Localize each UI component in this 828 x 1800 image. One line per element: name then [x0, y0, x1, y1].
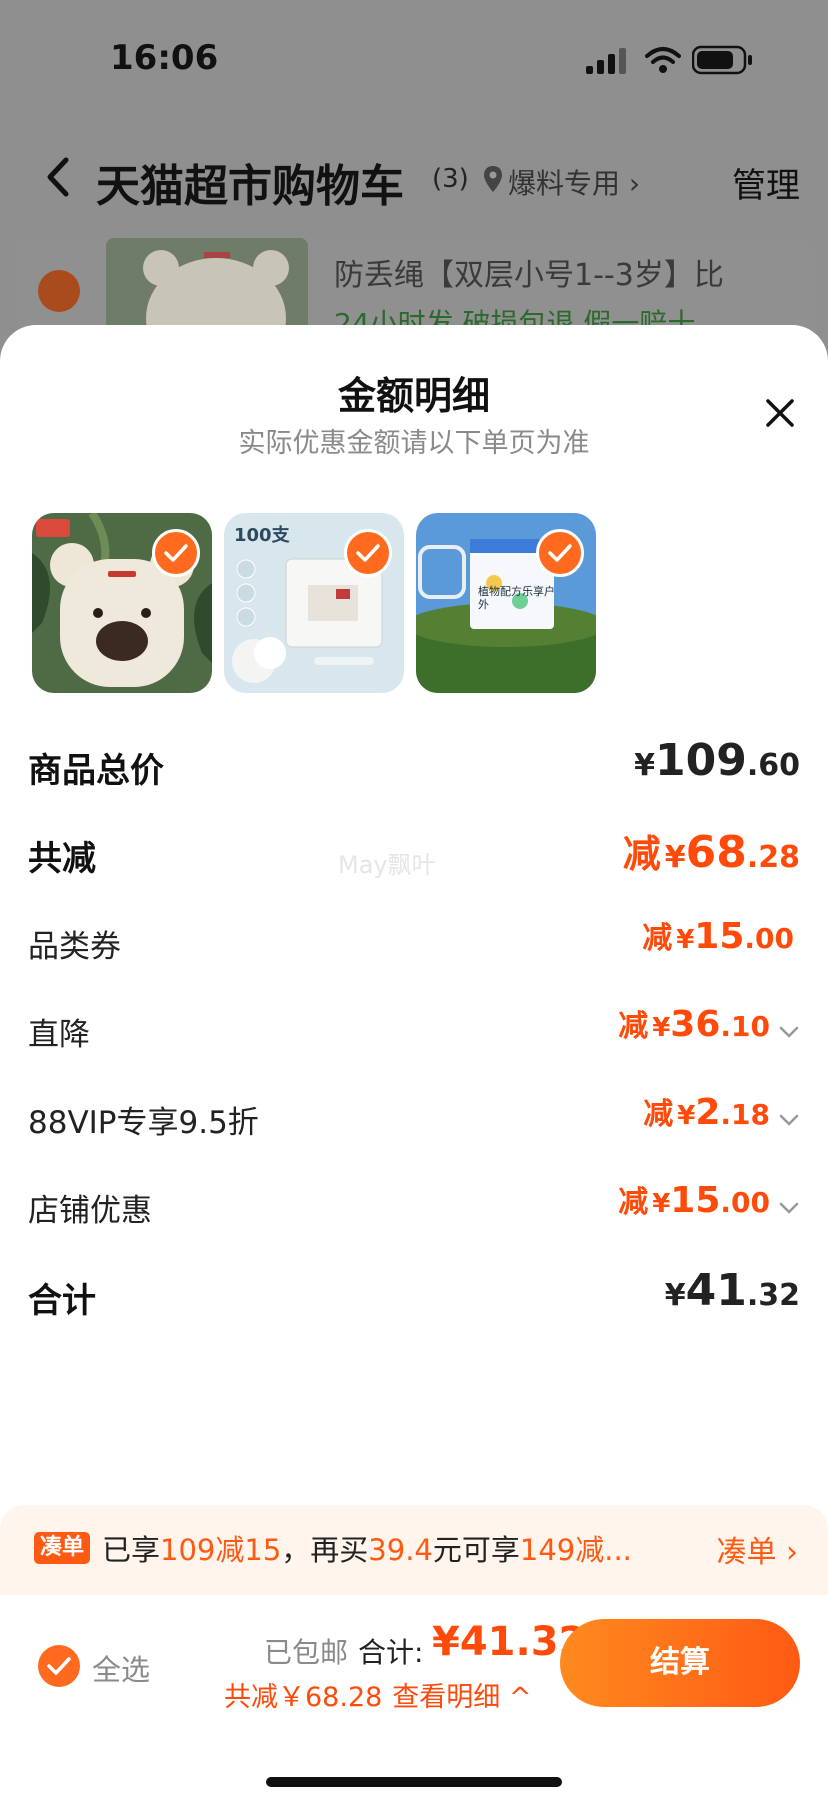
view-detail-link[interactable]: 查看明细 ^ — [392, 1682, 531, 1713]
chevron-down-icon[interactable] — [778, 1024, 800, 1040]
select-all-label[interactable]: 全选 — [92, 1647, 150, 1689]
cart-count: (3) — [432, 164, 469, 194]
row-label: 商品总价 — [28, 751, 164, 791]
row-value: 减 ¥2.18 — [643, 1089, 800, 1133]
product-thumb-repellent[interactable]: 植物配方乐享户外 — [416, 513, 596, 693]
row-value: 减 ¥15.00 — [642, 916, 794, 957]
back-arrow-icon[interactable] — [40, 154, 76, 200]
row-label: 合计 — [28, 1281, 96, 1321]
status-time: 16:06 — [110, 38, 219, 78]
saved-summary: 共减￥68.28 查看明细 ^ — [224, 1682, 532, 1713]
row-label: 88VIP专享9.5折 — [28, 1105, 259, 1141]
total-label: 合计: — [358, 1636, 424, 1669]
home-indicator — [266, 1777, 562, 1787]
row-value: ¥41.32 — [664, 1265, 800, 1316]
row-value: 减 ¥36.10 — [618, 1001, 800, 1045]
close-icon[interactable] — [764, 397, 796, 429]
row-label: 共减 — [28, 839, 96, 879]
row-category-coupon: 品类券 减 ¥15.00 — [28, 913, 800, 973]
location-pin-icon — [484, 166, 502, 192]
row-value: 减 ¥15.00 — [618, 1177, 800, 1221]
thumb-check-icon — [152, 529, 200, 577]
row-88vip-discount[interactable]: 88VIP专享9.5折 减 ¥2.18 — [28, 1089, 800, 1149]
cellular-signal-icon — [586, 48, 626, 74]
chevron-down-icon[interactable] — [778, 1200, 800, 1216]
sheet-title: 金额明细 — [337, 374, 490, 418]
page-title: 天猫超市购物车 — [96, 161, 404, 212]
select-all-checkbox[interactable] — [38, 1645, 80, 1687]
row-value: 减 ¥68.28 — [622, 827, 800, 878]
item-thumbnail — [106, 238, 308, 338]
row-store-discount[interactable]: 店铺优惠 减 ¥15.00 — [28, 1177, 800, 1237]
wifi-icon — [645, 47, 681, 73]
item-name: 防丢绳【双层小号1--3岁】比 — [334, 258, 724, 293]
row-goods-total: 商品总价 ¥109.60 — [28, 735, 800, 795]
thumb-check-icon — [344, 529, 392, 577]
thumb-label: 100支 — [234, 525, 290, 546]
row-label: 店铺优惠 — [28, 1193, 152, 1229]
shipping-note: 已包邮 — [264, 1636, 349, 1669]
product-thumb-backpack[interactable] — [32, 513, 212, 693]
thumb-check-icon — [536, 529, 584, 577]
row-label: 品类券 — [28, 929, 121, 965]
promo-text: 已享109减15，再买39.4元可享149减... — [102, 1533, 632, 1567]
thumb-label: 植物配方乐享户外 — [478, 585, 555, 611]
checkout-bar: 全选 已包邮 合计: ¥41.32 共减￥68.28 查看明细 ^ 结算 — [0, 1595, 828, 1800]
row-value: ¥109.60 — [634, 735, 800, 786]
row-total-discount: 共减 减 ¥68.28 — [28, 823, 800, 883]
bundle-promo-bar[interactable]: 凑单 已享109减15，再买39.4元可享149减... 凑单 › — [0, 1505, 828, 1595]
manage-button[interactable]: 管理 — [732, 158, 800, 207]
sheet-subtitle: 实际优惠金额请以下单页为准 — [238, 428, 590, 459]
bundle-link[interactable]: 凑单 › — [716, 1527, 798, 1571]
row-direct-discount[interactable]: 直降 减 ¥36.10 — [28, 1001, 800, 1061]
bundle-badge: 凑单 — [34, 1532, 91, 1564]
item-checkbox[interactable] — [38, 270, 80, 312]
product-thumb-cotton-swabs[interactable]: 100支 — [224, 513, 404, 693]
chevron-down-icon[interactable] — [778, 1112, 800, 1128]
row-label: 直降 — [28, 1017, 90, 1053]
row-grand-total: 合计 ¥41.32 — [28, 1265, 800, 1325]
checkout-button[interactable]: 结算 — [560, 1619, 800, 1707]
cart-header: 天猫超市购物车 (3) 爆料专用 › 管理 — [0, 140, 828, 230]
battery-icon — [692, 45, 752, 75]
address-selector[interactable]: 爆料专用 › — [508, 162, 640, 202]
status-bar: 16:06 — [0, 0, 828, 120]
